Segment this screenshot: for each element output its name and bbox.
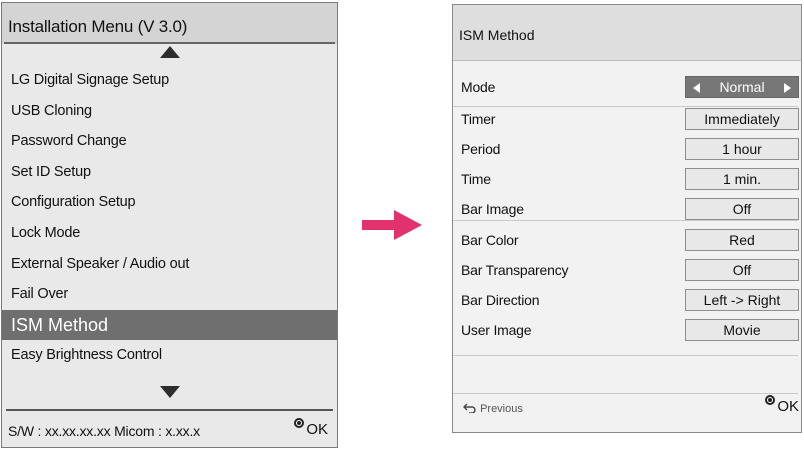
menu-item-fail-over[interactable]: Fail Over	[2, 279, 337, 310]
setting-label-timer: Timer	[461, 111, 496, 127]
scroll-up-icon[interactable]	[160, 46, 180, 58]
ok-label: OK	[777, 398, 799, 415]
setting-row-period: Period 1 hour	[461, 138, 799, 160]
ok-circle-icon	[765, 395, 776, 405]
bar-transparency-value-button[interactable]: Off	[685, 259, 799, 281]
setting-row-timer: Timer Immediately	[461, 108, 799, 130]
setting-label-bar-color: Bar Color	[461, 232, 519, 248]
setting-label-bar-transparency: Bar Transparency	[461, 262, 569, 278]
menu-item-easy-brightness-control[interactable]: Easy Brightness Control	[2, 340, 337, 371]
bar-direction-value-button[interactable]: Left -> Right	[685, 289, 799, 311]
installation-menu-footer: S/W : xx.xx.xx.xx Micom : x.xx.x OK	[2, 409, 337, 447]
setting-row-time: Time 1 min.	[461, 168, 799, 190]
ok-circle-icon	[294, 418, 305, 428]
user-image-value-button[interactable]: Movie	[685, 319, 799, 341]
arrow-right-icon[interactable]	[784, 83, 791, 93]
bar-color-value-button[interactable]: Red	[685, 229, 799, 251]
setting-label-user-image: User Image	[461, 322, 532, 338]
setting-row-user-image: User Image Movie	[461, 319, 799, 341]
arrow-left-icon[interactable]	[693, 83, 700, 93]
setting-row-bar-transparency: Bar Transparency Off	[461, 259, 799, 281]
ok-label: OK	[306, 421, 328, 438]
previous-button[interactable]: Previous	[463, 402, 523, 415]
setting-label-period: Period	[461, 141, 501, 157]
bar-image-value-button[interactable]: Off	[685, 198, 799, 220]
ism-method-panel: ISM Method Mode Normal Timer Immediately…	[452, 4, 802, 433]
software-version-info: S/W : xx.xx.xx.xx Micom : x.xx.x	[8, 423, 200, 439]
setting-row-bar-color: Bar Color Red	[461, 229, 799, 251]
menu-item-lg-digital-signage-setup[interactable]: LG Digital Signage Setup	[2, 65, 337, 96]
ism-method-header: ISM Method	[453, 5, 801, 61]
right-arrow-icon	[362, 210, 422, 240]
setting-row-bar-image: Bar Image Off	[461, 198, 799, 220]
installation-menu-panel: Installation Menu (V 3.0) LG Digital Sig…	[1, 2, 338, 448]
setting-label-bar-direction: Bar Direction	[461, 292, 540, 308]
divider	[453, 355, 798, 356]
menu-item-set-id-setup[interactable]: Set ID Setup	[2, 157, 337, 188]
setting-row-bar-direction: Bar Direction Left -> Right	[461, 289, 799, 311]
period-value-button[interactable]: 1 hour	[685, 138, 799, 160]
scroll-down-icon[interactable]	[160, 386, 180, 398]
menu-item-external-speaker[interactable]: External Speaker / Audio out	[2, 249, 337, 280]
previous-label: Previous	[480, 403, 523, 415]
divider	[453, 106, 798, 107]
mode-value: Normal	[719, 79, 765, 95]
setting-row-mode: Mode Normal	[461, 76, 799, 98]
installation-menu-header: Installation Menu (V 3.0)	[2, 3, 337, 44]
ok-button[interactable]: OK	[294, 418, 328, 438]
divider	[453, 220, 798, 221]
ok-button[interactable]: OK	[765, 395, 799, 415]
installation-menu-list: LG Digital Signage Setup USB Cloning Pas…	[2, 65, 337, 371]
ism-method-footer: Previous OK	[453, 392, 801, 432]
menu-item-ism-method[interactable]: ISM Method	[2, 309, 337, 341]
setting-label-mode: Mode	[461, 79, 496, 95]
time-value-button[interactable]: 1 min.	[685, 168, 799, 190]
installation-menu-title: Installation Menu (V 3.0)	[8, 17, 188, 36]
setting-label-time: Time	[461, 171, 491, 187]
menu-item-lock-mode[interactable]: Lock Mode	[2, 218, 337, 249]
ism-method-title: ISM Method	[459, 27, 535, 43]
setting-label-bar-image: Bar Image	[461, 201, 524, 217]
timer-value-button[interactable]: Immediately	[685, 108, 799, 130]
menu-item-configuration-setup[interactable]: Configuration Setup	[2, 187, 337, 218]
menu-item-usb-cloning[interactable]: USB Cloning	[2, 96, 337, 127]
return-arrow-icon	[463, 403, 476, 413]
menu-item-password-change[interactable]: Password Change	[2, 126, 337, 157]
mode-selector[interactable]: Normal	[685, 76, 799, 98]
